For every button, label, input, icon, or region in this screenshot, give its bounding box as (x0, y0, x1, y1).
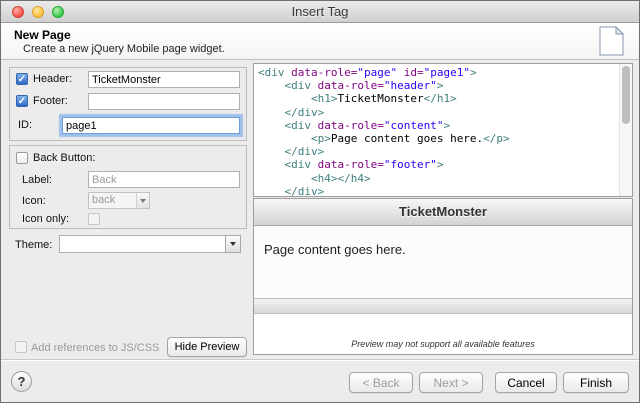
checkmark-icon: ✓ (17, 74, 27, 85)
theme-label: Theme: (15, 239, 52, 251)
preview-header: TicketMonster (254, 199, 632, 226)
new-page-icon (598, 26, 624, 61)
theme-input[interactable] (59, 235, 226, 253)
id-label: ID: (18, 119, 32, 131)
back-button-group: Back Button: Label: Icon: back Icon only… (9, 145, 247, 229)
code-lines: <div data-role="page" id="page1"> <div d… (254, 64, 632, 197)
label-field-label: Label: (22, 174, 52, 186)
hide-preview-button[interactable]: Hide Preview (167, 337, 247, 357)
close-icon[interactable] (12, 6, 24, 18)
checkmark-icon: ✓ (17, 96, 27, 107)
window-title: Insert Tag (292, 4, 349, 19)
minimize-icon[interactable] (32, 6, 44, 18)
add-references-checkbox[interactable] (15, 341, 27, 353)
preview-content: Page content goes here. (254, 226, 632, 298)
button-bar: ? < Back Next > Cancel Finish (1, 359, 639, 402)
cancel-button[interactable]: Cancel (495, 372, 557, 393)
window-titlebar[interactable]: Insert Tag (1, 1, 639, 23)
label-input[interactable] (88, 171, 240, 188)
add-references-label: Add references to JS/CSS (31, 342, 159, 354)
footer-label: Footer: (33, 95, 68, 107)
finish-button[interactable]: Finish (563, 372, 629, 393)
back-button-checkbox[interactable] (16, 152, 28, 164)
icon-field-label: Icon: (22, 195, 46, 207)
icon-only-checkbox[interactable] (88, 213, 100, 225)
id-input[interactable] (62, 117, 240, 134)
icon-select[interactable]: back (88, 192, 150, 209)
preview-pane: TicketMonster Page content goes here. Pr… (253, 198, 633, 355)
header-input[interactable] (88, 71, 240, 88)
back-button-label: Back Button: (33, 152, 95, 164)
header-label: Header: (33, 73, 72, 85)
preview-footer (254, 298, 632, 314)
next-button[interactable]: Next > (419, 372, 483, 393)
wizard-banner: New Page Create a new jQuery Mobile page… (1, 23, 639, 60)
back-button[interactable]: < Back (349, 372, 413, 393)
preview-filler (254, 314, 632, 339)
code-editor[interactable]: <div data-role="page" id="page1"> <div d… (253, 63, 633, 197)
icon-only-label: Icon only: (22, 213, 69, 225)
page-title: New Page (14, 28, 71, 42)
code-scrollbar[interactable] (619, 64, 632, 196)
footer-checkbox[interactable]: ✓ (16, 95, 28, 107)
footer-input[interactable] (88, 93, 240, 110)
code-scrollbar-thumb[interactable] (622, 66, 630, 124)
dropdown-arrow-icon (230, 242, 236, 246)
insert-tag-dialog: Insert Tag New Page Create a new jQuery … (0, 0, 640, 403)
preview-note: Preview may not support all available fe… (254, 339, 632, 354)
zoom-icon[interactable] (52, 6, 64, 18)
page-subtitle: Create a new jQuery Mobile page widget. (23, 43, 225, 55)
page-options-group: ✓ Header: ✓ Footer: ID: (9, 67, 247, 141)
help-button[interactable]: ? (11, 371, 32, 392)
header-checkbox[interactable]: ✓ (16, 73, 28, 85)
theme-dropdown-button[interactable] (225, 235, 241, 253)
icon-select-value: back (92, 194, 115, 206)
dropdown-arrow-icon (136, 193, 149, 208)
